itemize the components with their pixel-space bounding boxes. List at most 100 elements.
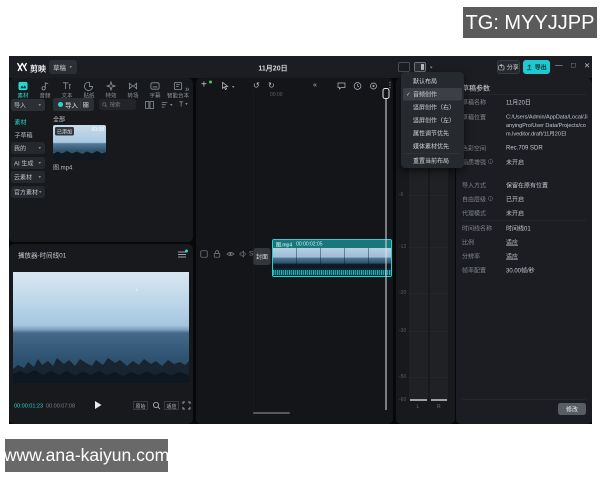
collapse-button[interactable]: «	[313, 81, 317, 89]
mute-track-icon[interactable]	[239, 250, 247, 258]
meter-scale-label: -6	[399, 192, 403, 198]
import-button[interactable]: 导入	[53, 98, 94, 111]
media-item-thumbnail[interactable]: 已添加 00:08	[53, 125, 106, 160]
field-value[interactable]: 适应	[506, 238, 518, 247]
filter-button[interactable]: T▼	[179, 100, 189, 108]
select-tool-icon[interactable]	[221, 82, 229, 91]
ruler-time-label: 00:00	[270, 92, 283, 98]
layout-toggle-2[interactable]	[414, 62, 426, 72]
add-media-button[interactable]: +	[201, 79, 207, 91]
select-tool-chevron[interactable]: ▼	[231, 85, 235, 89]
sidebar-ai-generate[interactable]: AI 生成▼	[11, 157, 45, 169]
field-value: 保留在原有位置	[506, 181, 548, 190]
layout-menu-item-vertical-left[interactable]: 竖屏创作（左）	[403, 114, 462, 127]
field-label: 导入方式	[462, 181, 486, 190]
app-logo-icon	[16, 61, 28, 73]
layout-menu-item-default[interactable]: 默认布局	[403, 75, 462, 88]
export-icon	[526, 64, 533, 71]
layout-menu-item-audio[interactable]: ✓音频创作	[403, 88, 462, 101]
share-button[interactable]: 分享	[497, 60, 520, 74]
total-time: 00:00:07:08	[46, 403, 75, 409]
share-icon	[498, 64, 505, 71]
hide-track-icon[interactable]	[226, 250, 235, 258]
captions-icon	[150, 81, 160, 91]
history-icon[interactable]	[353, 82, 362, 91]
site-watermark: www.ana-kaiyun.com	[5, 439, 168, 472]
sidebar-subdraft[interactable]: 子草稿	[15, 131, 33, 140]
fit-button[interactable]: 适应	[164, 401, 179, 410]
filter-all-label[interactable]: 全部	[53, 115, 65, 124]
tab-transitions[interactable]: 转场	[122, 81, 144, 100]
sidebar-import[interactable]: 导入▼	[11, 99, 45, 111]
chevron-down-icon: ▼	[38, 103, 42, 107]
timeline-panel: + ▼ ↺ ↻ « ⋮ 00:00 S 封面 图.mp4 00:00:02:05	[196, 78, 393, 424]
field-label: 色彩空间	[462, 144, 486, 153]
sidebar-mine[interactable]: 我的▼	[11, 142, 45, 154]
tab-captions[interactable]: 字幕	[144, 81, 166, 100]
playhead-line[interactable]	[386, 99, 387, 410]
chevron-down-icon: ▼	[69, 65, 73, 69]
minimize-button[interactable]: —	[555, 61, 563, 70]
tab-sticker[interactable]: 贴纸	[78, 81, 100, 100]
chevron-down-icon: ▼	[38, 175, 42, 179]
fullscreen-icon[interactable]	[182, 401, 191, 410]
sidebar-cloud[interactable]: 云素材▼	[11, 171, 45, 183]
lock-track-icon[interactable]	[213, 250, 221, 258]
cover-button[interactable]: 封面	[254, 248, 271, 265]
playhead-handle[interactable]	[383, 88, 390, 99]
field-value: C:/Users/Admin/AppData/Local/JianyingPro…	[506, 113, 590, 139]
timeline-clip[interactable]: 图.mp4 00:00:02:05	[272, 239, 392, 277]
field-label: 时间线名称	[462, 224, 492, 233]
grid-icon	[83, 101, 90, 108]
sort-icon	[161, 101, 168, 109]
meter-channel-right: R	[437, 404, 441, 410]
media-icon	[18, 81, 28, 91]
tab-media[interactable]: 素材	[12, 81, 34, 100]
layout-menu-item-reset[interactable]: 重置当前布局	[403, 155, 462, 168]
layout-menu-item-props-first[interactable]: 属性调节优先	[403, 127, 462, 140]
sidebar-official[interactable]: 官方素材▼	[11, 186, 45, 198]
more-tabs-button[interactable]: »	[185, 85, 189, 94]
comment-icon[interactable]	[337, 82, 346, 90]
tab-effects[interactable]: 特效	[100, 81, 122, 100]
sort-button[interactable]: ▼	[161, 101, 173, 109]
undo-button[interactable]: ↺	[253, 81, 260, 91]
play-button[interactable]	[95, 401, 102, 409]
settings-icon[interactable]	[369, 82, 378, 91]
export-button[interactable]: 导出	[523, 60, 550, 74]
field-label: 画质增强	[462, 158, 486, 167]
timeline-scrollbar[interactable]	[253, 412, 290, 414]
bird-dot	[136, 289, 138, 291]
layout-toggle-1[interactable]	[398, 62, 410, 72]
maximize-button[interactable]: □	[571, 61, 576, 70]
sidebar-material[interactable]: 素材	[15, 118, 27, 127]
player-panel: 播放器-时间线01 00:00:01:23 00:00:07:08 原始 适应	[9, 244, 193, 424]
field-value[interactable]: 适应	[506, 252, 518, 261]
preview-zoom-icon[interactable]	[152, 401, 161, 410]
field-value: 未开启	[506, 158, 524, 167]
search-icon	[102, 102, 108, 108]
window-title-date: 11月20日	[243, 63, 303, 73]
search-box[interactable]: 搜索	[99, 99, 136, 110]
info-icon: i	[488, 159, 493, 164]
video-preview[interactable]	[13, 272, 189, 383]
field-label: 草稿位置	[462, 113, 486, 122]
view-toggle-icon[interactable]	[145, 101, 154, 109]
modify-button[interactable]: 修改	[558, 403, 586, 415]
layout-chevron-icon[interactable]: ▼	[429, 66, 433, 70]
clip-frames	[273, 248, 391, 268]
draft-menu-button[interactable]: 草稿▼	[49, 60, 77, 74]
duration-label: 00:08	[91, 127, 104, 133]
track-main-icon[interactable]	[200, 250, 208, 258]
tg-watermark: TG: MYYJJPP	[463, 7, 597, 38]
added-badge: 已添加	[55, 127, 74, 136]
layout-menu-item-vertical-right[interactable]: 竖屏创作（右）	[403, 101, 462, 114]
quality-button[interactable]: 原始	[133, 401, 148, 410]
field-value: 未开启	[506, 209, 524, 218]
redo-button[interactable]: ↻	[268, 81, 275, 91]
tab-audio[interactable]: 音频	[34, 81, 56, 100]
tab-text[interactable]: 文本	[56, 81, 78, 100]
layout-menu-item-media-first[interactable]: 媒体素材优先	[403, 140, 462, 153]
player-menu-icon[interactable]	[178, 252, 186, 258]
close-button[interactable]: ✕	[584, 61, 590, 70]
